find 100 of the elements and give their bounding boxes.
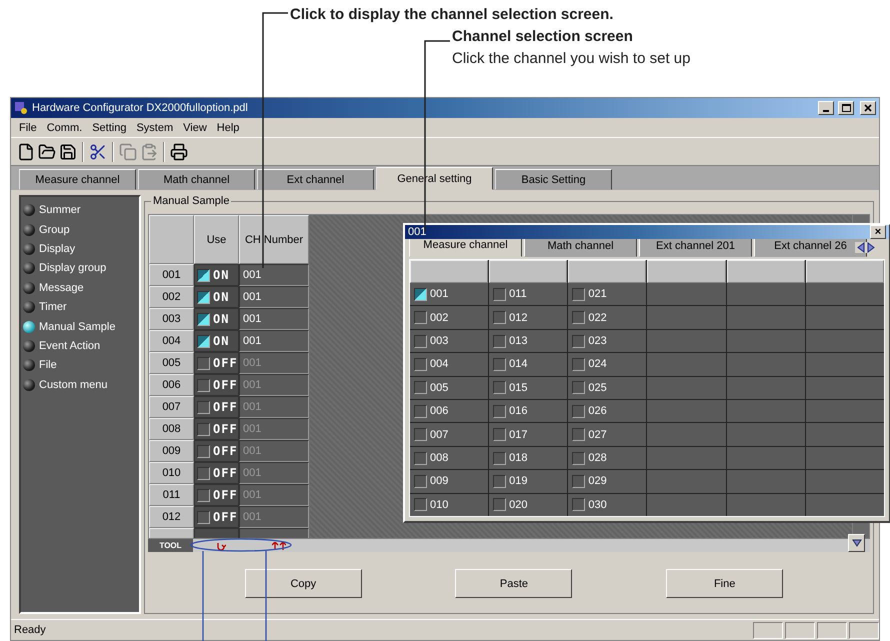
checkbox[interactable] (197, 444, 210, 458)
checkbox[interactable] (572, 404, 586, 418)
checkbox[interactable] (414, 311, 427, 324)
checkbox[interactable] (572, 358, 586, 371)
channel-option[interactable]: 011 (489, 283, 568, 306)
scissors-icon[interactable] (89, 142, 107, 160)
channel-option[interactable]: 009 (410, 470, 488, 493)
menu-item[interactable]: Help (212, 122, 244, 134)
channel-option[interactable]: 001 (410, 283, 488, 306)
sidebar-item[interactable]: File (23, 356, 137, 375)
channel-option[interactable]: 004 (410, 353, 488, 376)
sidebar-item[interactable]: Custom menu (23, 376, 137, 394)
sidebar-item[interactable]: Display (23, 240, 137, 258)
action-button[interactable]: Fine (666, 569, 784, 598)
channel-field[interactable]: 001 (239, 286, 309, 308)
use-toggle[interactable]: OFF (194, 374, 239, 396)
checkbox[interactable] (572, 498, 586, 512)
sidebar-item[interactable]: Group (23, 220, 137, 239)
checkbox[interactable] (414, 474, 427, 488)
checkbox[interactable] (414, 334, 427, 348)
checkbox[interactable] (572, 288, 586, 301)
channel-option[interactable]: 021 (568, 283, 646, 306)
use-toggle[interactable]: OFF (194, 462, 239, 484)
arrows-icon[interactable] (272, 542, 286, 550)
channel-field[interactable]: 001 (239, 330, 309, 352)
checkbox[interactable] (414, 428, 427, 442)
sidebar-item[interactable]: Message (23, 278, 137, 297)
use-toggle[interactable]: ON (194, 308, 239, 330)
use-toggle[interactable]: OFF (194, 484, 239, 506)
channel-option[interactable]: 016 (489, 400, 568, 422)
checkbox[interactable] (197, 312, 210, 326)
checkbox[interactable] (572, 311, 586, 324)
use-toggle[interactable]: OFF (194, 396, 239, 418)
use-toggle[interactable]: ON (194, 286, 239, 308)
action-button[interactable]: Copy (244, 569, 362, 598)
use-toggle[interactable]: ON (194, 330, 239, 352)
sidebar-item[interactable]: Display group (23, 259, 137, 278)
checkbox[interactable] (414, 498, 427, 512)
checkbox[interactable] (493, 404, 506, 418)
menu-item[interactable]: File (14, 122, 42, 134)
menu-item[interactable]: View (178, 122, 212, 134)
use-toggle[interactable]: OFF (194, 440, 239, 462)
menu-item[interactable]: Comm. (42, 122, 88, 134)
channel-option[interactable]: 014 (489, 353, 568, 376)
channel-field[interactable]: 001 (239, 308, 309, 330)
checkbox[interactable] (572, 474, 586, 488)
scroll-left-icon[interactable] (857, 242, 865, 254)
save-icon[interactable] (59, 142, 77, 160)
channel-option[interactable]: 012 (489, 306, 568, 329)
channel-option[interactable]: 015 (489, 376, 568, 400)
channel-option[interactable]: 008 (410, 446, 488, 470)
sidebar-item[interactable]: Event Action (23, 336, 137, 356)
use-toggle[interactable]: OFF (194, 352, 239, 374)
action-button[interactable]: Paste (455, 569, 572, 598)
checkbox[interactable] (572, 452, 586, 465)
channel-option[interactable]: 019 (489, 470, 568, 493)
maximize-button[interactable] (838, 101, 854, 115)
sidebar-item[interactable]: Timer (23, 298, 137, 316)
checkbox[interactable] (493, 428, 506, 442)
channel-option[interactable]: 005 (410, 376, 488, 400)
channel-option[interactable]: 013 (489, 330, 568, 352)
tab[interactable]: Math channel (138, 169, 255, 190)
tab[interactable]: Measure channel (409, 239, 522, 257)
channel-option[interactable]: 006 (410, 400, 488, 422)
checkbox[interactable] (572, 334, 586, 348)
checkbox[interactable] (493, 288, 506, 301)
channel-option[interactable]: 003 (410, 330, 488, 352)
checkbox[interactable] (414, 288, 427, 301)
channel-option[interactable]: 017 (489, 423, 568, 446)
channel-option[interactable]: 023 (568, 330, 646, 352)
checkbox[interactable] (493, 311, 506, 324)
channel-option[interactable]: 010 (410, 494, 488, 516)
tab[interactable]: Ext channel 201 (639, 239, 752, 257)
use-toggle[interactable]: OFF (194, 418, 239, 440)
channel-option[interactable]: 029 (568, 470, 646, 493)
use-toggle[interactable]: OFF (194, 506, 239, 528)
channel-option[interactable]: 026 (568, 400, 646, 422)
checkbox[interactable] (414, 404, 427, 418)
folder-icon[interactable] (38, 142, 56, 160)
tab[interactable]: Math channel (524, 239, 637, 257)
checkbox[interactable] (493, 334, 506, 348)
checkbox[interactable] (197, 510, 210, 524)
rotate-icon[interactable] (216, 542, 226, 550)
checkbox[interactable] (572, 428, 586, 442)
checkbox[interactable] (197, 422, 210, 436)
minimize-button[interactable] (818, 101, 834, 115)
channel-option[interactable]: 018 (489, 446, 568, 470)
checkbox[interactable] (493, 381, 506, 394)
channel-option[interactable]: 024 (568, 353, 646, 376)
tab[interactable]: Basic Setting (495, 169, 612, 190)
checkbox[interactable] (197, 378, 210, 392)
checkbox[interactable] (493, 452, 506, 465)
channel-option[interactable]: 030 (568, 494, 646, 516)
checkbox[interactable] (493, 358, 506, 371)
channel-option[interactable]: 028 (568, 446, 646, 470)
checkbox[interactable] (197, 466, 210, 480)
printer-icon[interactable] (170, 142, 188, 160)
channel-option[interactable]: 020 (489, 494, 568, 516)
checkbox[interactable] (197, 488, 210, 502)
checkbox[interactable] (197, 268, 210, 282)
